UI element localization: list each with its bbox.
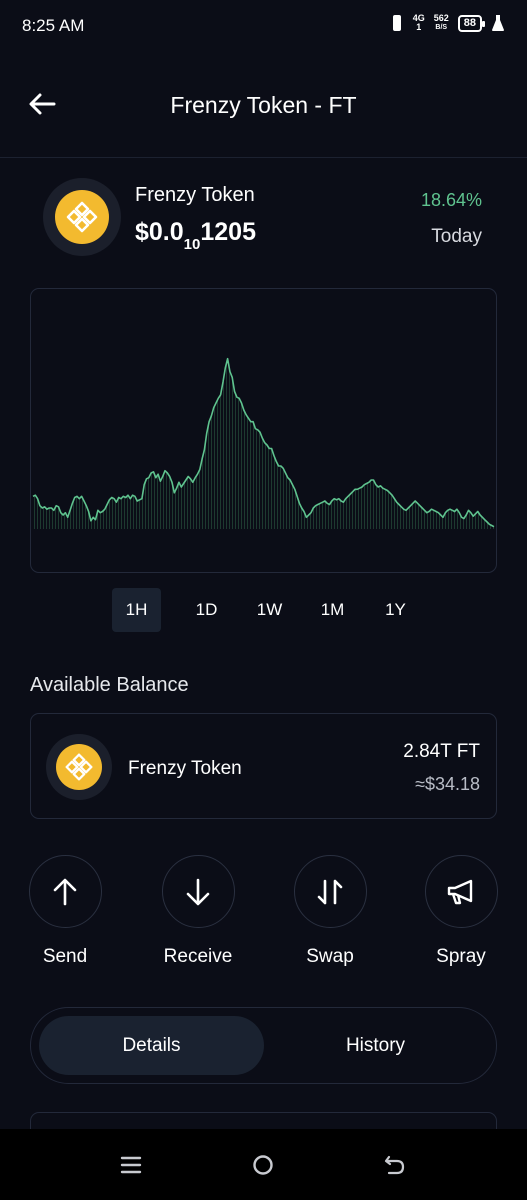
price-chart-svg	[32, 357, 495, 529]
data-speed: 562 B/S	[434, 14, 449, 32]
network-sub: 1	[416, 22, 422, 32]
speed-unit: B/S	[435, 24, 448, 31]
balance-token-name: Frenzy Token	[128, 758, 242, 779]
speed-value: 562	[433, 13, 449, 23]
balance-card[interactable]: Frenzy Token 2.84T FT ≈$34.18	[30, 713, 497, 819]
receive-circle	[161, 855, 235, 928]
price-zero-count: 10	[183, 236, 201, 253]
token-detail-screen: 8:25 AM 4G 1 562 B/S 88 Frenzy Token - F…	[0, 0, 527, 1200]
swap-circle	[293, 855, 367, 928]
spray-button[interactable]: Spray	[406, 855, 516, 968]
battery-level: 88	[463, 16, 476, 29]
menu-lines-icon	[120, 1156, 142, 1174]
home-circle-icon	[253, 1155, 273, 1175]
action-buttons: Send Receive Swap Spray	[0, 855, 527, 975]
vibrate-icon	[390, 14, 404, 32]
range-tab-1m[interactable]: 1M	[301, 588, 364, 632]
swap-arrows-icon	[317, 879, 343, 904]
swap-button[interactable]: Swap	[275, 855, 385, 968]
token-name: Frenzy Token	[135, 184, 255, 206]
tab-history[interactable]: History	[263, 1016, 488, 1075]
token-price: $0.0101205	[135, 218, 256, 253]
flask-icon	[492, 15, 504, 31]
bnb-coin-icon	[55, 190, 109, 244]
token-logo	[43, 178, 121, 256]
home-button[interactable]	[243, 1149, 283, 1181]
time-range-tabs: 1H 1D 1W 1M 1Y	[112, 588, 427, 632]
header: Frenzy Token - FT	[0, 54, 527, 158]
chart-area-fill	[33, 358, 494, 529]
range-tab-1y[interactable]: 1Y	[364, 588, 427, 632]
balance-token-logo	[46, 734, 112, 800]
range-tab-1h[interactable]: 1H	[112, 588, 161, 632]
send-circle	[28, 855, 102, 928]
price-chart[interactable]	[30, 288, 497, 573]
status-icons: 4G 1 562 B/S 88	[390, 14, 505, 32]
bnb-coin-icon	[56, 744, 102, 790]
back-arrow-icon	[384, 1155, 405, 1175]
system-nav-bar	[0, 1129, 527, 1200]
status-bar: 8:25 AM 4G 1 562 B/S 88	[0, 0, 527, 54]
balance-amount: 2.84T FT	[403, 741, 480, 762]
details-history-toggle: Details History	[30, 1007, 497, 1084]
price-suffix: 1205	[200, 218, 256, 246]
range-tab-1d[interactable]: 1D	[175, 588, 238, 632]
price-change-percent: 18.64%	[420, 190, 482, 210]
battery-icon: 88	[457, 14, 486, 32]
receive-label: Receive	[163, 946, 233, 967]
send-button[interactable]: Send	[10, 855, 120, 968]
tab-details[interactable]: Details	[39, 1016, 264, 1075]
spray-label: Spray	[436, 946, 486, 967]
status-time: 8:25 AM	[22, 16, 85, 35]
arrow-up-icon	[53, 878, 77, 905]
page-title: Frenzy Token - FT	[170, 92, 357, 118]
network-indicator: 4G 1	[413, 14, 425, 32]
price-change-period: Today	[431, 226, 482, 247]
balance-heading: Available Balance	[30, 674, 189, 696]
spray-circle	[424, 855, 498, 928]
range-tab-1w[interactable]: 1W	[238, 588, 301, 632]
swap-label: Swap	[306, 946, 354, 967]
recent-apps-button[interactable]	[111, 1149, 151, 1181]
megaphone-icon	[447, 879, 473, 904]
system-back-button[interactable]	[375, 1149, 415, 1181]
price-prefix: $0.0	[135, 218, 184, 246]
send-label: Send	[42, 946, 88, 967]
receive-button[interactable]: Receive	[143, 855, 253, 968]
arrow-down-icon	[186, 878, 210, 905]
token-info: Frenzy Token $0.0101205 18.64% Today	[0, 178, 527, 278]
balance-usd-value: ≈$34.18	[415, 774, 480, 794]
